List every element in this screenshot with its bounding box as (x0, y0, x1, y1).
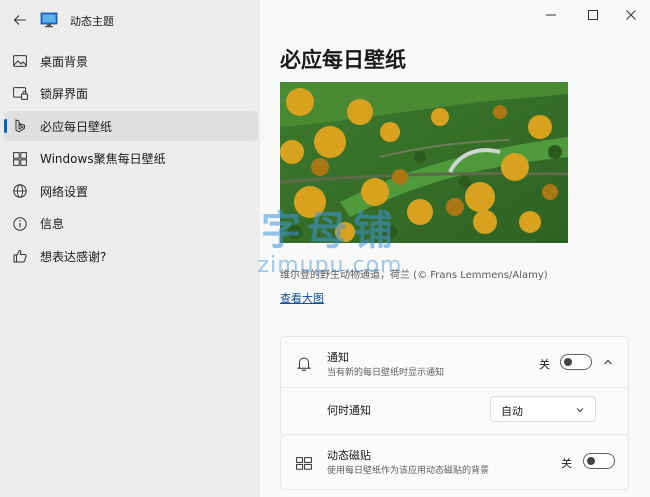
page-title: 必应每日壁纸 (280, 48, 406, 72)
when-notify-label: 何时通知 (327, 404, 371, 417)
live-tile-subtitle: 使用每日壁纸作为该应用动态磁贴的背景 (327, 466, 490, 476)
toggle-knob (564, 358, 572, 366)
arrow-left-icon (13, 15, 26, 25)
chevron-up-icon (604, 359, 612, 365)
lock-screen-icon (12, 86, 28, 102)
live-tile-card: 动态磁贴 使用每日壁纸作为该应用动态磁贴的背景 关 (280, 434, 629, 490)
when-notify-value: 自动 (501, 405, 523, 418)
info-icon (12, 216, 28, 232)
bell-icon (295, 354, 313, 372)
wallpaper-caption: 维尔登的野生动物通道，荷兰 (© Frans Lemmens/Alamy) (280, 270, 548, 281)
collapse-button[interactable] (602, 356, 614, 368)
live-tile-row[interactable]: 动态磁贴 使用每日壁纸作为该应用动态磁贴的背景 关 (281, 435, 628, 485)
live-tile-toggle[interactable] (583, 453, 615, 469)
image-icon (12, 53, 28, 69)
sidebar-item-label: 想表达感谢? (40, 249, 107, 264)
sidebar-item-bing-daily[interactable]: 必应每日壁纸 (4, 111, 258, 141)
minimize-button[interactable] (536, 0, 566, 30)
notification-title: 通知 (327, 351, 349, 364)
toggle-knob (587, 457, 595, 465)
live-tile-icon (295, 454, 313, 472)
when-notify-select[interactable]: 自动 (490, 396, 596, 422)
bing-icon (12, 118, 28, 134)
spotlight-grid-icon (12, 151, 28, 167)
close-icon (626, 10, 636, 20)
live-tile-toggle-state: 关 (561, 457, 572, 470)
thumbs-up-icon (12, 248, 28, 264)
notification-subtitle: 当有新的每日壁纸时显示通知 (327, 368, 445, 378)
sidebar-item-desktop-background[interactable]: 桌面背景 (4, 46, 258, 76)
sidebar-item-label: 必应每日壁纸 (40, 119, 113, 134)
sidebar-item-network-settings[interactable]: 网络设置 (4, 176, 258, 206)
globe-icon (12, 183, 28, 199)
chevron-down-icon (576, 408, 584, 413)
sidebar-item-label: 锁屏界面 (40, 87, 89, 101)
when-notify-row: 何时通知 自动 (281, 387, 628, 431)
maximize-icon (588, 10, 598, 20)
close-button[interactable] (616, 0, 646, 30)
sidebar-item-label: 网络设置 (40, 184, 89, 199)
notification-row[interactable]: 通知 当有新的每日壁纸时显示通知 关 (281, 337, 628, 387)
back-button[interactable] (10, 10, 30, 30)
sidebar-item-label: 信息 (40, 217, 65, 231)
main-content: 必应每日壁纸 维尔登的野生动物通道，荷兰 (© Frans Lemmens/Al… (260, 0, 650, 497)
sidebar-item-thanks[interactable]: 想表达感谢? (4, 241, 258, 271)
view-large-image-link[interactable]: 查看大图 (280, 290, 324, 306)
app-title: 动态主题 (70, 15, 114, 28)
title-bar: 动态主题 (0, 0, 260, 40)
notification-toggle[interactable] (560, 354, 592, 370)
app-logo-icon (40, 12, 58, 28)
sidebar-item-windows-spotlight[interactable]: Windows聚焦每日壁纸 (4, 144, 258, 174)
sidebar-item-info[interactable]: 信息 (4, 209, 258, 239)
notification-toggle-state: 关 (539, 358, 550, 371)
active-indicator (4, 119, 7, 133)
live-tile-title: 动态磁贴 (327, 449, 371, 462)
sidebar-nav: 桌面背景 锁屏界面 必应每日壁纸 Windows聚焦每日壁纸 网络设置 信息 想… (4, 46, 258, 274)
maximize-button[interactable] (578, 0, 608, 30)
sidebar-item-label: Windows聚焦每日壁纸 (40, 152, 166, 166)
notification-card: 通知 当有新的每日壁纸时显示通知 关 何时通知 自动 (280, 336, 629, 436)
wallpaper-preview[interactable] (280, 82, 568, 243)
sidebar-item-label: 桌面背景 (40, 54, 89, 69)
minimize-icon (546, 14, 556, 16)
sidebar: 动态主题 桌面背景 锁屏界面 必应每日壁纸 Windows聚焦每日壁纸 网络设置… (0, 0, 260, 497)
sidebar-item-lock-screen[interactable]: 锁屏界面 (4, 79, 258, 109)
